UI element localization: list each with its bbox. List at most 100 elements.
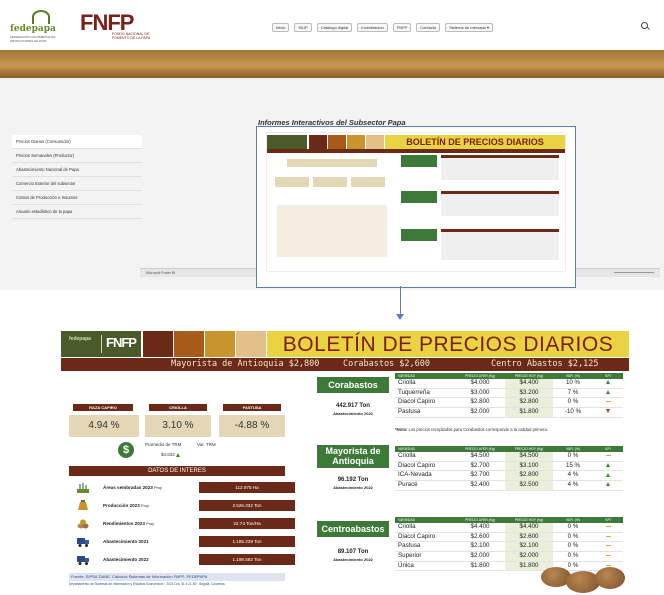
cell-variedad: Única — [398, 561, 414, 569]
cell-kpi — [593, 533, 623, 542]
cell-ayer: $2.700 — [455, 471, 505, 481]
sidebar-item-precios-diarios[interactable]: Precios Diarios (Consumidor) — [12, 135, 142, 149]
datos-interes-title: DATOS DE INTERES — [69, 466, 285, 476]
zoom-slider[interactable] — [614, 272, 654, 273]
nav-item-fnfp[interactable]: FNFP — [392, 23, 412, 32]
cell-kpi — [593, 471, 623, 480]
cell-var: 0 % — [553, 532, 593, 542]
cell-var: 4 % — [553, 481, 593, 490]
thumb-pct — [313, 177, 347, 187]
bulletin-title: BOLETÍN DE PRECIOS DIARIOS — [267, 331, 629, 357]
sidebar-item-anuario[interactable]: Anuario estadístico de la papa — [12, 205, 142, 219]
nota-text: Los precios recopilados para Corabastos … — [407, 427, 548, 432]
dato-value: 1.185.239 Ton — [199, 536, 295, 547]
trend-flat-icon — [605, 564, 611, 566]
cell-variedad: Criolla — [398, 379, 416, 386]
cell-ayer: $4.000 — [455, 379, 505, 388]
nav-item-siup[interactable]: SIUP — [294, 23, 312, 32]
cell-kpi — [593, 481, 623, 490]
nav-item-investigacion[interactable]: Investiracion — [357, 23, 388, 32]
site-header: fedepapa FEDERACIÓN COLOMBIANA DE PRODUC… — [0, 0, 664, 52]
market-price-strip: Mayorista de Antioquia $2,800 Corabastos… — [61, 358, 629, 371]
sidebar-item-comercio[interactable]: Comercio Exterior del subsector — [12, 177, 142, 191]
report-thumbnail-frame[interactable]: BOLETÍN DE PRECIOS DIARIOS — [256, 126, 576, 288]
market-abast-corabastos: Abastecimiento 2022 — [333, 411, 373, 416]
market-ton-corabastos: 442.917 Ton — [336, 403, 370, 409]
cell-hoy: $3.200 — [505, 388, 553, 398]
cell-var: -10 % — [553, 408, 593, 417]
fnfp-subtitle: FONDO NACIONAL DE FOMENTO DE LA PAPA — [112, 32, 151, 40]
color-square — [174, 331, 204, 357]
trm-value: $4.632 — [161, 452, 181, 457]
dato-suffix: Proy — [141, 504, 149, 508]
cell-ayer: $2.400 — [455, 481, 505, 490]
sidebar-item-precios-semanales[interactable]: Precios Semanales (Productor) — [12, 149, 142, 163]
thumb-header: BOLETÍN DE PRECIOS DIARIOS — [267, 135, 565, 149]
thumb-market — [401, 229, 437, 241]
cell-hoy: $2.100 — [505, 542, 553, 552]
strip-antioquia: Mayorista de Antioquia $2,800 — [171, 359, 320, 369]
trend-flat-icon — [605, 525, 611, 527]
sprout-icon — [32, 10, 50, 24]
market-title-corabastos: Corabastos — [317, 377, 389, 393]
cell-var: 0 % — [553, 452, 593, 461]
price-table-antioquia: VARIEDAD PRECIO AYER (Kg) PRECIO HOY (Kg… — [395, 446, 623, 491]
potato-pile-icon — [77, 519, 89, 529]
dato-value: 1.198.592 Ton — [199, 554, 295, 565]
table-row: Puracé $2.400 $2.500 4 % — [395, 481, 623, 491]
arrow-down-icon — [396, 314, 404, 320]
thumb-strip — [267, 149, 565, 153]
nav-item-inicio[interactable]: Inicio — [272, 23, 290, 32]
nav-item-contacto[interactable]: Contacto — [416, 23, 441, 32]
report-thumbnail: BOLETÍN DE PRECIOS DIARIOS — [267, 133, 565, 271]
logo-divider — [101, 335, 102, 353]
dato-label: Abastecimiento 2022 — [103, 557, 149, 562]
hero-band — [0, 50, 664, 78]
bulletin-logo: fedepapa FNFP — [61, 331, 141, 357]
cell-hoy: $4.500 — [505, 452, 553, 461]
dato-suffix: Proy — [154, 486, 162, 490]
trend-up-icon — [606, 482, 610, 487]
cell-var: 0 % — [553, 398, 593, 408]
nav-item-sistema[interactable]: Sistema de mercado ▾ — [445, 23, 494, 32]
cell-variedad: Diacol Capiro — [398, 461, 436, 469]
table-body: Criolla $4.000 $4.400 10 % Tuquerreña $3.000 $… — [395, 379, 623, 418]
trend-up-icon — [176, 452, 181, 457]
sidebar-item-abastecimiento[interactable]: Abastecimiento Nacional de Papa — [12, 163, 142, 177]
trend-up-icon — [606, 390, 610, 395]
market-abast-antioquia: Abastecimiento 2022 — [333, 485, 373, 490]
table-row: Superior $2.000 $2.000 0 % — [395, 552, 623, 562]
powerbi-label[interactable]: Microsoft Power BI — [146, 271, 175, 275]
cell-var: 4 % — [553, 471, 593, 481]
market-ton-centroabastos: 89.107 Ton — [337, 549, 369, 555]
cell-kpi — [593, 542, 623, 551]
strip-centroabastos: Centro Abastos $2,125 — [491, 359, 599, 369]
dato-abast-2021: Abastecimiento 2021 1.185.239 Ton — [77, 535, 297, 549]
trend-flat-icon — [605, 535, 611, 537]
cell-ayer: $2.800 — [455, 398, 505, 408]
cell-ayer: $4.400 — [455, 523, 505, 532]
color-square — [143, 331, 173, 357]
dato-areas: Áreas sembradas 2023 Proy 112.975 Ha — [77, 481, 297, 495]
cell-variedad: Puracé — [398, 481, 418, 489]
trm-value-text: $4.632 — [161, 452, 175, 457]
cell-ayer: $2.000 — [455, 552, 505, 561]
trend-up-icon — [606, 380, 610, 385]
nota-corabastos: *Nota: Los precios recopilados para Cora… — [395, 427, 548, 432]
dollar-icon: $ — [118, 442, 134, 458]
trend-flat-icon — [605, 554, 611, 556]
cell-var: 10 % — [553, 379, 593, 388]
fedepapa-logo[interactable]: fedepapa FEDERACIÓN COLOMBIANA DE PRODUC… — [10, 10, 70, 43]
cell-ayer: $1.800 — [455, 561, 505, 571]
search-icon[interactable] — [641, 22, 648, 29]
nav-item-catalogo[interactable]: Catálogo digital — [316, 23, 353, 32]
price-table-centroabastos: VARIEDAD PRECIO AYER (Kg) PRECIO HOY (Kg… — [395, 517, 623, 572]
sidebar-item-costos[interactable]: Costos de Producción e Insumos — [12, 191, 142, 205]
trend-down-icon — [606, 409, 610, 414]
cell-hoy: $4.400 — [505, 379, 553, 388]
cell-kpi — [593, 552, 623, 561]
market-abast-centroabastos: Abastecimiento 2022 — [333, 557, 373, 562]
cell-kpi — [593, 408, 623, 417]
pct-criolla: 3.10 % — [145, 415, 211, 437]
cell-hoy: $2.600 — [505, 532, 553, 542]
